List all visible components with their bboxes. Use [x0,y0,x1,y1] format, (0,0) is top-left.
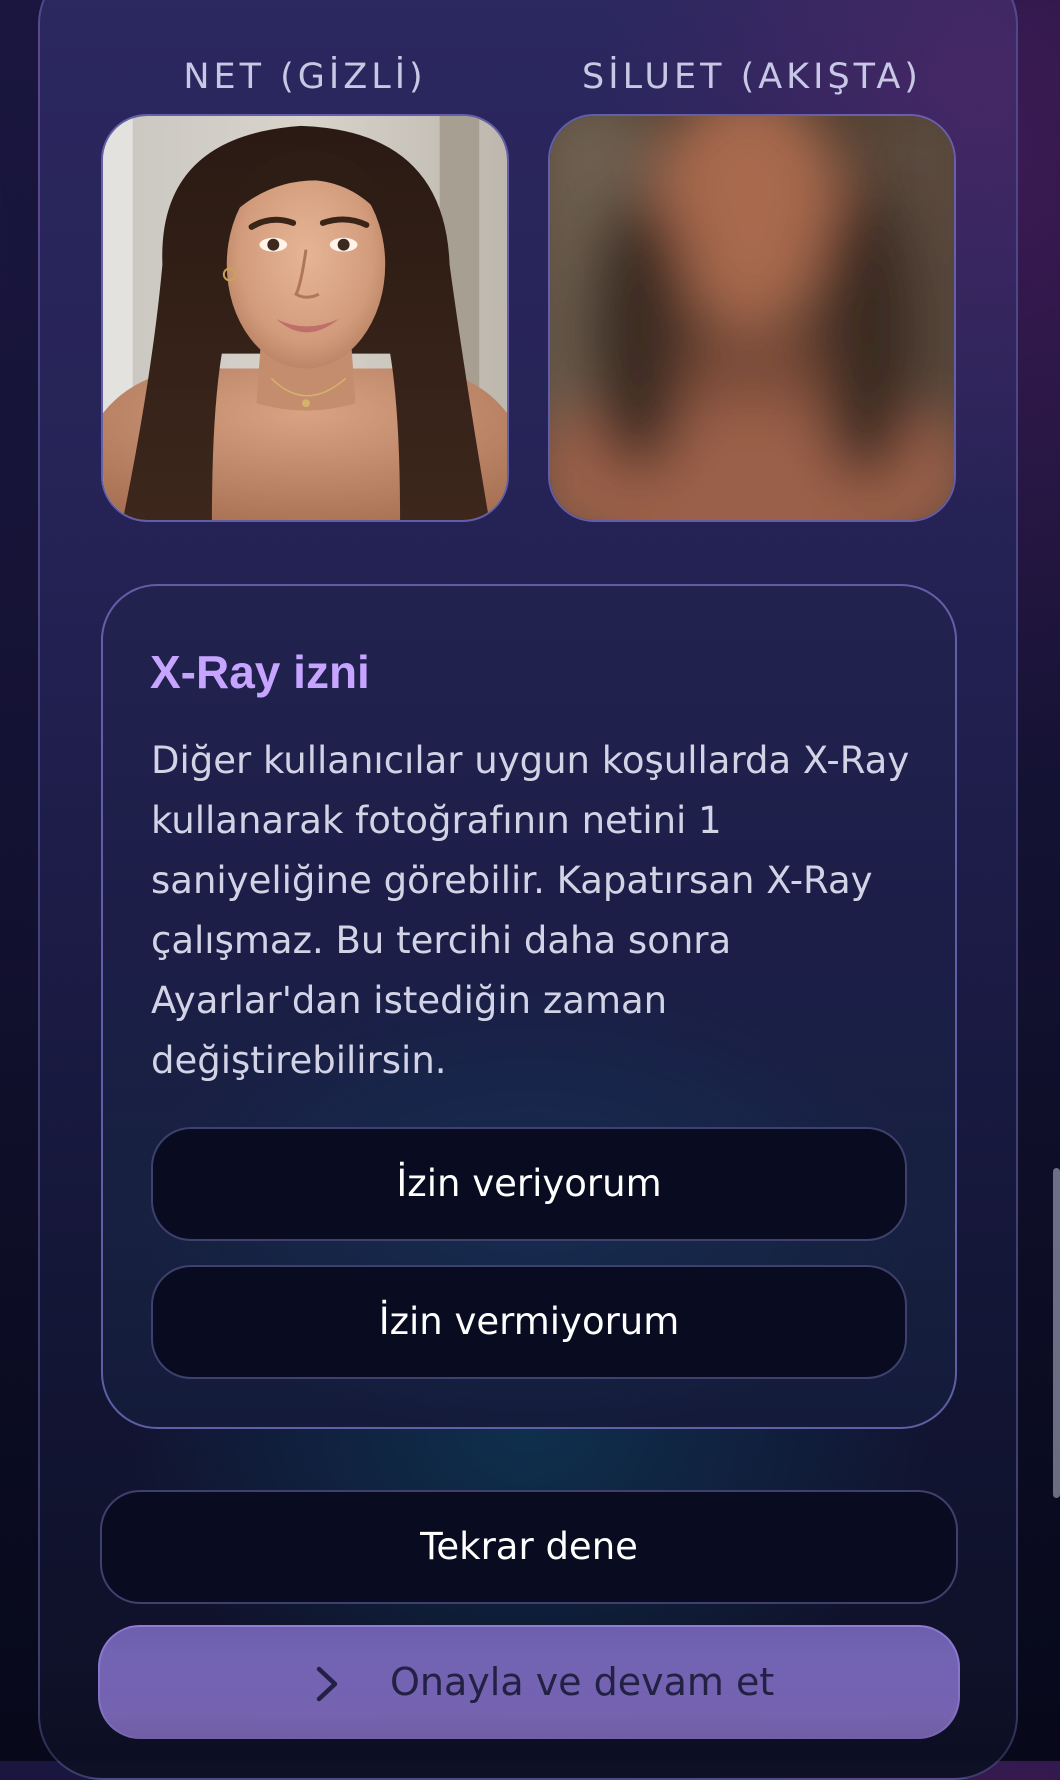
scrollbar-thumb[interactable] [1053,1168,1060,1498]
preview-image-siluet [548,114,956,522]
preview-label-siluet: SİLUET (AKIŞTA) [582,57,922,97]
portrait-photo-blurred [550,116,954,520]
allow-xray-button[interactable]: İzin veriyorum [151,1127,907,1241]
preview-label-net: NET (GİZLİ) [183,57,427,97]
description-line: saniyeliğine görebilir. Kapatırsan X-Ray [151,859,873,902]
confirm-continue-button[interactable]: Onayla ve devam et [98,1625,960,1739]
portrait-photo-clear [103,116,507,520]
preview-image-net [101,114,509,522]
description-line: çalışmaz. Bu tercihi daha sonra [151,919,732,962]
description-line: Diğer kullanıcılar uygun koşullarda X-Ra… [151,739,910,782]
chevron-right-icon [316,1666,338,1702]
description-line: değiştirebilirsin. [151,1039,447,1082]
confirm-continue-label: Onayla ve devam et [390,1660,775,1704]
description-line: Ayarlar'dan istediğin zaman [151,979,668,1022]
xray-permission-title: X-Ray izni [150,646,370,698]
deny-xray-button[interactable]: İzin vermiyorum [151,1265,907,1379]
description-line: kullanarak fotoğrafının netini 1 [151,799,722,842]
retry-button[interactable]: Tekrar dene [100,1490,958,1604]
xray-permission-description: Diğer kullanıcılar uygun koşullarda X-Ra… [151,731,931,1091]
